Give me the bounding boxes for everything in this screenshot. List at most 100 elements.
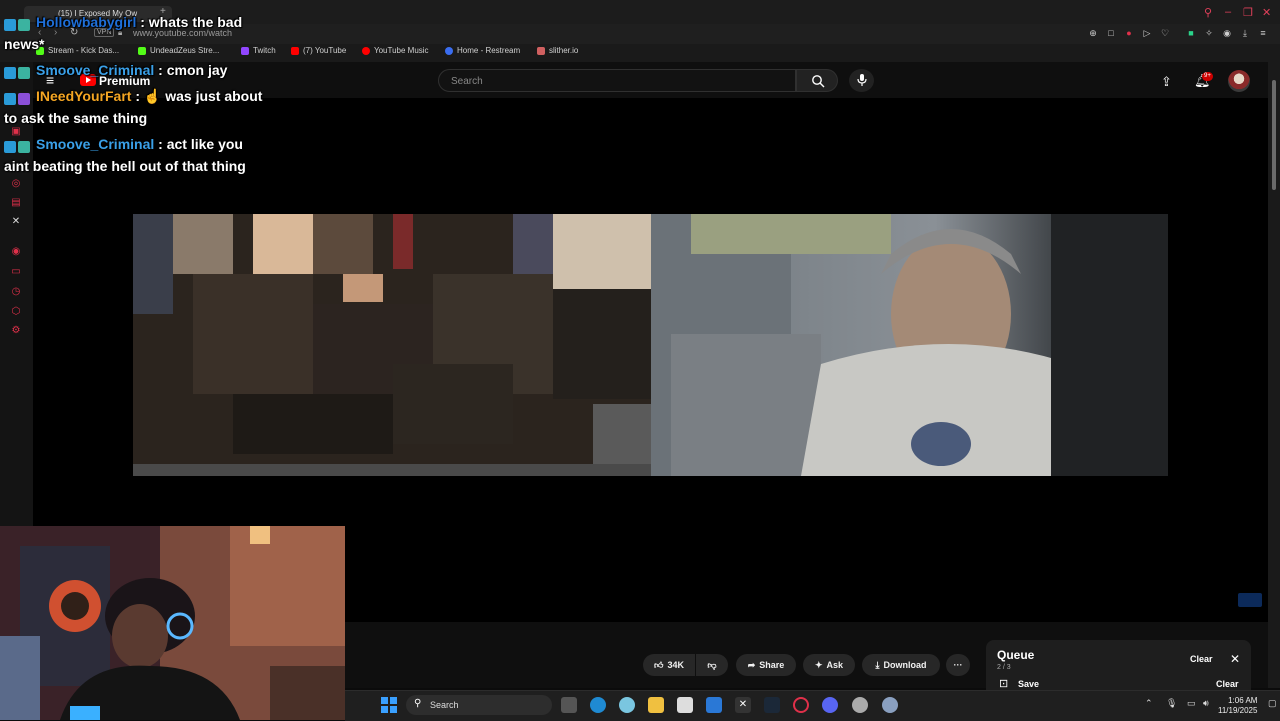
extension-icon[interactable]: ■ [1186, 28, 1196, 38]
profile-icon[interactable]: ◉ [1222, 28, 1232, 38]
badge-icon [4, 18, 16, 31]
volume-icon[interactable]: 🔊︎ [1203, 698, 1209, 709]
avatar[interactable] [1228, 70, 1250, 92]
file-explorer-icon[interactable] [648, 697, 664, 713]
chat-text: ☝️ was just about [143, 88, 263, 104]
taskbar-search[interactable]: ⚲ Search [406, 695, 552, 715]
webcam-overlay [0, 526, 345, 720]
chat-separator: : [154, 62, 167, 78]
windows-logo-icon [381, 697, 397, 713]
bookmark-label: Home - Restream [457, 46, 521, 55]
restream-icon [445, 46, 453, 55]
bookmark-youtube[interactable]: (7) YouTube [291, 46, 346, 55]
start-button[interactable] [381, 697, 397, 713]
pin-icon[interactable]: ⊕ [1088, 28, 1098, 38]
snapshot-icon[interactable]: □ [1106, 28, 1116, 38]
sparkle-icon: ✦ [814, 659, 823, 670]
upload-icon[interactable]: ⇪ [1161, 74, 1172, 90]
sidebar-extensions-icon[interactable]: ⬡ [10, 306, 22, 318]
dislike-button[interactable]: 👎︎ [696, 654, 728, 676]
thumbs-up-icon: 👍︎ [654, 659, 664, 670]
notification-center-icon[interactable]: ▢ [1268, 698, 1277, 709]
close-window-icon[interactable]: ✕ [1262, 6, 1271, 19]
tray-chevron-icon[interactable]: ⌃ [1145, 698, 1153, 709]
chat-separator: : [154, 136, 167, 152]
minimize-icon[interactable]: – [1225, 6, 1231, 18]
copilot-icon[interactable] [619, 697, 635, 713]
voice-search-button[interactable] [849, 69, 874, 92]
notification-badge: 9+ [1202, 72, 1213, 81]
sidebar-wallet-icon[interactable]: ▭ [10, 266, 22, 278]
settings-icon[interactable] [882, 697, 898, 713]
sidebar-music-icon[interactable]: ◉ [10, 246, 22, 258]
sidebar-x-icon[interactable]: ✕ [10, 216, 22, 228]
more-icon: ··· [953, 660, 963, 670]
menu-icon[interactable]: ≡ [1258, 28, 1268, 38]
scrollbar-thumb[interactable] [1272, 80, 1276, 190]
more-actions-button[interactable]: ··· [946, 654, 970, 676]
chat-username: Smoove_Criminal [36, 136, 155, 152]
badge-icon [18, 66, 30, 79]
queue-save-button[interactable]: Save [1018, 679, 1039, 689]
share-icon: ➦ [747, 659, 756, 670]
store-icon[interactable] [677, 697, 693, 713]
badge-icon [4, 92, 16, 105]
bookmark-twitch[interactable]: Twitch [241, 46, 276, 55]
video-scene [651, 214, 1168, 476]
badge-icon [18, 18, 30, 31]
network-icon[interactable]: ▭ [1187, 698, 1196, 709]
share-button[interactable]: ➦ Share [736, 654, 796, 676]
ask-button[interactable]: ✦ Ask [803, 654, 855, 676]
task-view-icon[interactable] [561, 697, 577, 713]
bookmark-undeadzeus[interactable]: UndeadZeus Stre... [138, 46, 219, 55]
chat-username: Smoove_Criminal [36, 62, 155, 78]
search-box[interactable] [438, 69, 796, 92]
sidebar-twitch-icon[interactable]: ▤ [10, 197, 22, 209]
opera-gx-icon[interactable] [793, 697, 809, 713]
chat-badges [4, 15, 32, 31]
download-icon[interactable]: ⤓ [1240, 28, 1250, 38]
edge-icon[interactable] [590, 697, 606, 713]
pocket-icon[interactable]: ● [1124, 28, 1134, 38]
search-input[interactable] [449, 73, 783, 90]
system-clock[interactable]: 1:06 AM 11/19/2025 [1218, 696, 1257, 716]
heart-icon[interactable]: ♡ [1160, 28, 1170, 38]
puzzle-icon[interactable]: ✧ [1204, 28, 1214, 38]
download-button[interactable]: ⤓ Download [862, 654, 940, 676]
capcut-icon[interactable]: ✕ [735, 697, 751, 713]
bookmark-save-icon[interactable]: ⊡ [999, 677, 1008, 690]
search-button[interactable] [796, 69, 838, 92]
sidebar-settings-icon[interactable]: ⚙ [10, 325, 22, 337]
bookmark-slither[interactable]: slither.io [537, 46, 578, 55]
queue-close-icon[interactable]: ✕ [1230, 652, 1240, 666]
taskbar-search-label: Search [430, 700, 459, 710]
discord-icon[interactable] [822, 697, 838, 713]
search-icon: ⚲ [414, 698, 422, 709]
search-icon[interactable]: ⚲ [1204, 6, 1212, 19]
bookmark-kick-stream[interactable]: Stream - Kick Das... [36, 46, 119, 55]
sidebar-instagram-icon[interactable]: ◎ [10, 178, 22, 190]
chat-username: INeedYourFart [36, 88, 132, 104]
steam-icon[interactable] [764, 697, 780, 713]
badge-icon [18, 92, 30, 105]
chat-badges [4, 137, 32, 153]
bookmark-youtube-music[interactable]: YouTube Music [362, 46, 429, 55]
mail-icon[interactable] [706, 697, 722, 713]
bookmark-label: (7) YouTube [303, 46, 347, 55]
video-frame-man [651, 214, 1168, 476]
channel-watermark[interactable] [1238, 593, 1262, 607]
chat-separator: : [131, 88, 144, 104]
chat-badges [4, 63, 32, 79]
obs-icon[interactable] [852, 697, 868, 713]
queue-clear-all-button[interactable]: Clear [1216, 679, 1239, 689]
like-button[interactable]: 👍︎ 34K [643, 654, 695, 676]
sidebar-history-icon[interactable]: ◷ [10, 286, 22, 298]
send-icon[interactable]: ▷ [1142, 28, 1152, 38]
bookmark-restream[interactable]: Home - Restream [445, 46, 520, 55]
microphone-tray-icon[interactable]: 🎙︎ [1166, 698, 1177, 709]
queue-clear-button[interactable]: Clear [1190, 654, 1213, 664]
download-label: Download [883, 660, 927, 670]
queue-title: Queue [997, 648, 1035, 662]
maximize-icon[interactable]: ❐ [1243, 6, 1253, 19]
search-icon [812, 75, 825, 88]
